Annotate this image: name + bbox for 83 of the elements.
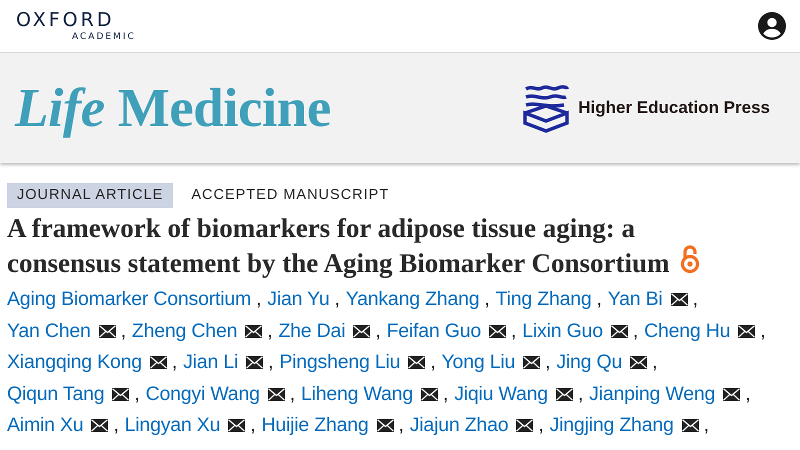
author-link[interactable]: Jian Yu bbox=[267, 288, 330, 310]
email-icon[interactable] bbox=[112, 388, 130, 400]
separator: , bbox=[172, 351, 178, 373]
author-link[interactable]: Xiangqing Kong bbox=[7, 351, 142, 373]
separator: , bbox=[430, 351, 436, 373]
separator: , bbox=[250, 414, 256, 436]
separator: , bbox=[692, 288, 698, 310]
separator: , bbox=[290, 382, 295, 404]
separator: , bbox=[760, 320, 766, 342]
author-link[interactable]: Lixin Guo bbox=[522, 320, 603, 342]
email-icon[interactable] bbox=[91, 419, 108, 432]
separator: , bbox=[442, 382, 448, 404]
author-link[interactable]: Huijie Zhang bbox=[261, 414, 369, 436]
email-icon[interactable] bbox=[98, 324, 116, 338]
email-icon[interactable] bbox=[353, 324, 370, 338]
separator: , bbox=[134, 382, 140, 404]
author-link[interactable]: Aging Biomarker Consortium bbox=[7, 288, 252, 310]
email-icon[interactable] bbox=[245, 324, 262, 338]
separator: , bbox=[745, 382, 750, 404]
author-link[interactable]: Jingjing Zhang bbox=[550, 414, 674, 436]
author-link[interactable]: Jianping Weng bbox=[589, 382, 716, 404]
email-icon[interactable] bbox=[516, 419, 534, 432]
author-link[interactable]: Yankang Zhang bbox=[346, 288, 480, 310]
email-icon[interactable] bbox=[723, 388, 740, 400]
author-link[interactable]: Lingyan Xu bbox=[124, 414, 220, 436]
email-icon[interactable] bbox=[150, 356, 167, 369]
separator: , bbox=[652, 351, 658, 373]
article-title: A framework of biomarkers for adipose tissue aging: a consensus statement by the Aging Biomarker Consortium bbox=[7, 212, 732, 279]
separator: , bbox=[268, 351, 274, 373]
email-icon[interactable] bbox=[738, 324, 756, 338]
separator: , bbox=[113, 414, 119, 436]
email-icon[interactable] bbox=[420, 388, 438, 400]
separator: , bbox=[704, 414, 709, 436]
email-icon[interactable] bbox=[489, 324, 506, 338]
separator: , bbox=[632, 320, 638, 342]
author-link[interactable]: Ting Zhang bbox=[496, 288, 592, 310]
separator: , bbox=[267, 320, 272, 342]
author-link[interactable]: Zhe Dai bbox=[278, 320, 346, 342]
email-icon[interactable] bbox=[610, 324, 628, 338]
separator: , bbox=[120, 320, 126, 342]
separator: , bbox=[375, 320, 381, 342]
author-link[interactable]: Yan Bi bbox=[608, 288, 663, 310]
email-icon[interactable] bbox=[408, 356, 426, 369]
author-link[interactable]: Jian Li bbox=[183, 351, 238, 373]
article-status-label: ACCEPTED MANUSCRIPT bbox=[190, 186, 390, 205]
publisher-name[interactable]: Higher Education Press bbox=[578, 95, 770, 121]
separator: , bbox=[256, 288, 262, 310]
separator: , bbox=[484, 288, 490, 310]
author-link[interactable]: Congyi Wang bbox=[146, 382, 260, 404]
author-link[interactable]: Feifan Guo bbox=[386, 320, 482, 342]
author-link[interactable]: Pingsheng Liu bbox=[279, 351, 400, 373]
brand-logo-text[interactable]: OXFORD bbox=[16, 10, 136, 30]
separator: , bbox=[538, 414, 544, 436]
author-link[interactable]: Zheng Chen bbox=[132, 320, 238, 342]
separator: , bbox=[334, 288, 340, 310]
email-icon[interactable] bbox=[630, 356, 648, 369]
email-icon[interactable] bbox=[268, 388, 285, 400]
email-icon[interactable] bbox=[523, 356, 540, 369]
email-icon[interactable] bbox=[556, 388, 573, 400]
separator: , bbox=[398, 414, 404, 436]
author-link[interactable]: Cheng Hu bbox=[644, 320, 730, 342]
email-icon[interactable] bbox=[376, 419, 394, 432]
journal-title[interactable]: Life Medicine bbox=[15, 66, 331, 150]
brand-logo-subtext[interactable]: ACADEMIC bbox=[72, 32, 136, 42]
separator: , bbox=[511, 320, 516, 342]
author-link[interactable]: Qiqun Tang bbox=[7, 382, 104, 404]
article-type-tag: JOURNAL ARTICLE bbox=[7, 183, 174, 208]
author-link[interactable]: Jiqiu Wang bbox=[454, 382, 548, 404]
author-link[interactable]: Liheng Wang bbox=[300, 382, 413, 404]
email-icon[interactable] bbox=[682, 419, 699, 432]
email-icon[interactable] bbox=[246, 356, 264, 369]
separator: , bbox=[545, 351, 550, 373]
account-icon[interactable] bbox=[758, 12, 786, 40]
publisher-logo-icon bbox=[522, 83, 570, 133]
email-icon[interactable] bbox=[228, 419, 246, 432]
author-link[interactable]: Aimin Xu bbox=[7, 414, 84, 436]
author-link[interactable]: Yan Chen bbox=[7, 320, 91, 342]
author-link[interactable]: Yong Liu bbox=[442, 351, 516, 373]
email-icon[interactable] bbox=[670, 293, 688, 306]
author-link[interactable]: Jing Qu bbox=[556, 351, 622, 373]
author-link[interactable]: Jiajun Zhao bbox=[410, 414, 508, 436]
separator: , bbox=[596, 288, 602, 310]
separator: , bbox=[578, 382, 584, 404]
